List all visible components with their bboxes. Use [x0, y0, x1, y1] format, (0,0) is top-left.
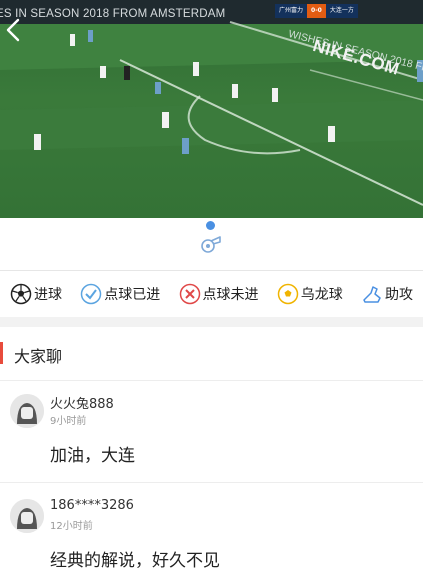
home-team: 广州富力 [275, 4, 308, 18]
score: 0-0 [307, 4, 326, 18]
divider [0, 482, 423, 483]
section-spacer [0, 317, 423, 327]
chat-section-header: 大家聊 [0, 340, 423, 368]
divider [0, 380, 423, 381]
whistle-icon[interactable] [200, 234, 222, 254]
chevron-left-icon [6, 18, 20, 42]
default-avatar-icon [10, 499, 44, 533]
legend-goal: 进球 [10, 283, 62, 305]
event-legend: 进球 点球已进 点球未进 乌龙球 助攻 [0, 271, 423, 317]
legend-label: 助攻 [385, 287, 413, 303]
soccer-ball-icon [10, 283, 32, 305]
section-accent-bar [0, 342, 3, 364]
comment-username[interactable]: 186****3286 [50, 498, 134, 513]
legend-penalty-scored: 点球已进 [80, 283, 160, 305]
penalty-missed-icon [179, 283, 200, 305]
timeline-marker[interactable] [206, 221, 215, 230]
legend-label: 乌龙球 [300, 287, 343, 303]
comment-time: 12小时前 [50, 521, 93, 532]
avatar[interactable] [10, 499, 44, 533]
back-button[interactable] [6, 18, 30, 46]
default-avatar-icon [10, 394, 44, 428]
assist-boot-icon [363, 286, 381, 303]
legend-label: 点球已进 [104, 287, 161, 303]
comment-text: 经典的解说，好久不见 [50, 551, 220, 571]
comment-username[interactable]: 火火兔888 [50, 393, 114, 412]
penalty-scored-icon [81, 283, 102, 305]
own-goal-icon [277, 283, 298, 305]
match-timeline [0, 218, 423, 271]
legend-label: 进球 [34, 287, 62, 303]
video-player[interactable]: ES IN SEASON 2018 FROM AMSTERDAM WISHES … [0, 0, 423, 218]
comment-text: 加油，大连 [50, 446, 135, 466]
legend-assist: 助攻 [361, 283, 413, 305]
legend-label: 点球未进 [202, 287, 259, 303]
avatar[interactable] [10, 394, 44, 428]
pitch-graphic [0, 0, 423, 206]
scorebug: 广州富力 0-0 大连一方 [275, 4, 358, 18]
legend-own-goal: 乌龙球 [277, 283, 343, 305]
section-title: 大家聊 [14, 347, 63, 366]
away-team: 大连一方 [325, 4, 358, 18]
legend-penalty-missed: 点球未进 [179, 283, 259, 305]
stadium-banner-text: ES IN SEASON 2018 FROM AMSTERDAM [0, 8, 226, 20]
comment-time: 9小时前 [50, 416, 87, 427]
